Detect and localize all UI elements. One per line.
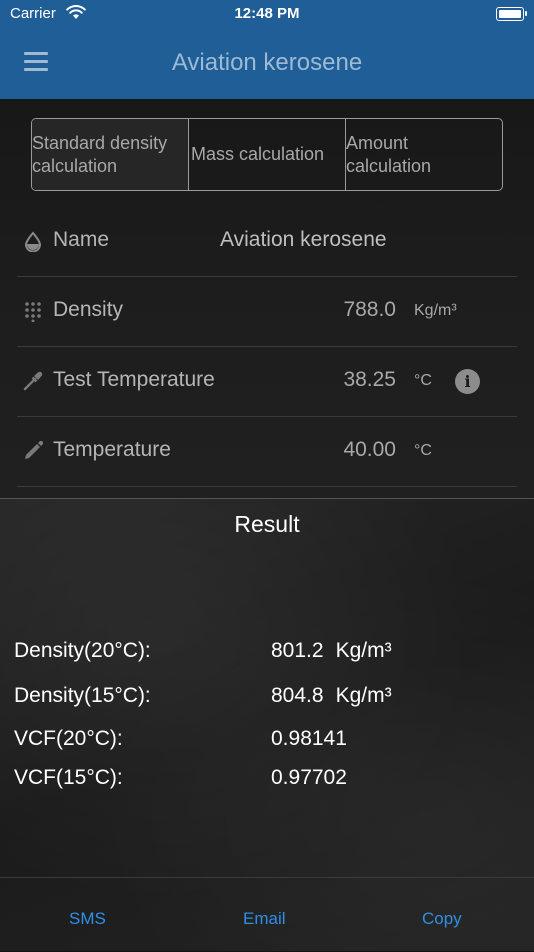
temperature-value[interactable]: 40.00 — [343, 438, 396, 462]
share-action-bar: SMS Email Copy — [0, 877, 534, 952]
result-value-vcf-20: 0.98141 — [271, 727, 347, 750]
result-unit: Kg/m³ — [335, 684, 392, 707]
result-panel: Result Density(20°C): 801.2 Kg/m³ Density… — [0, 498, 534, 951]
tab-amount-calculation[interactable]: Amount calculation — [346, 119, 502, 190]
result-label-density-20: Density(20°C): — [14, 639, 151, 662]
density-row[interactable]: Density 788.0 Kg/m³ — [17, 276, 517, 347]
email-button[interactable]: Email — [243, 909, 286, 929]
dropper-icon — [22, 370, 44, 392]
test-temperature-unit: °C — [414, 372, 432, 389]
name-row[interactable]: Name Aviation kerosene — [17, 206, 517, 277]
temperature-row[interactable]: Temperature 40.00 °C — [17, 416, 517, 487]
result-number: 801.2 — [271, 639, 324, 662]
density-label: Density — [53, 298, 124, 321]
tab-label-line2: calculation — [346, 155, 432, 176]
temperature-unit: °C — [414, 442, 432, 459]
sms-button[interactable]: SMS — [69, 909, 106, 929]
test-temperature-row[interactable]: Test Temperature 38.25 °C i — [17, 346, 517, 417]
density-value[interactable]: 788.0 — [343, 298, 396, 322]
tab-label-line1: Standard density — [32, 132, 168, 153]
input-form: Standard density calculation Mass calcula… — [0, 99, 534, 499]
drop-icon — [22, 230, 44, 253]
page-title: Aviation kerosene — [171, 49, 363, 76]
result-title: Result — [234, 511, 300, 537]
density-unit: Kg/m³ — [414, 302, 457, 319]
result-value-vcf-15: 0.97702 — [271, 766, 347, 789]
result-number: 804.8 — [271, 684, 324, 707]
clock: 12:48 PM — [234, 5, 300, 22]
result-label-vcf-15: VCF(15°C): — [14, 766, 123, 789]
test-temperature-label: Test Temperature — [53, 368, 215, 391]
result-label-density-15: Density(15°C): — [14, 684, 151, 707]
copy-button[interactable]: Copy — [422, 909, 462, 929]
keypad-icon — [22, 300, 44, 323]
calculation-type-segmented-control: Standard density calculation Mass calcula… — [31, 118, 503, 191]
tab-label-line1: Mass calculation — [191, 144, 325, 164]
tab-label-line1: Amount — [346, 132, 409, 153]
name-value[interactable]: Aviation kerosene — [220, 228, 387, 252]
result-value-density-20: 801.2 Kg/m³ — [271, 639, 392, 663]
result-label-vcf-20: VCF(20°C): — [14, 727, 123, 750]
pencil-icon — [22, 440, 44, 462]
tab-standard-density-calculation[interactable]: Standard density calculation — [32, 119, 189, 190]
name-label: Name — [53, 228, 110, 251]
tab-label-line2: calculation — [32, 155, 118, 176]
result-unit: Kg/m³ — [335, 639, 392, 662]
result-value-density-15: 804.8 Kg/m³ — [271, 684, 392, 708]
test-temperature-value[interactable]: 38.25 — [343, 368, 396, 392]
info-icon[interactable]: i — [455, 369, 480, 394]
battery-icon — [496, 7, 527, 21]
navigation-header: Carrier 12:48 PM Aviation kerosene — [0, 0, 534, 99]
temperature-label: Temperature — [53, 438, 171, 461]
tab-mass-calculation[interactable]: Mass calculation — [189, 119, 346, 190]
status-bar: Carrier 12:48 PM — [0, 0, 534, 28]
